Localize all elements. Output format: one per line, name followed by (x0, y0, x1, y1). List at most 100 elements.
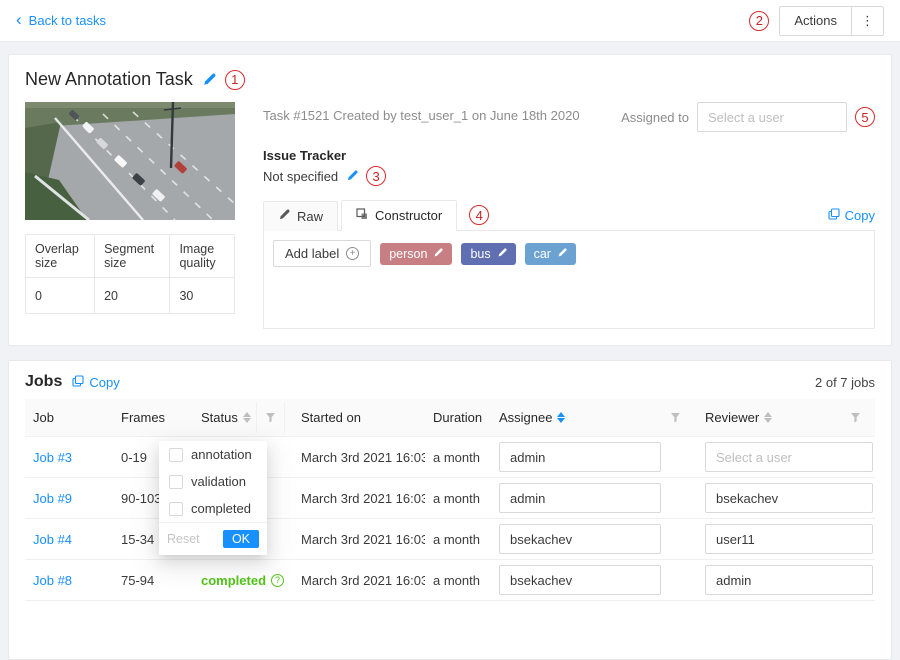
edit-label-car-icon[interactable] (557, 247, 567, 261)
actions-button[interactable]: Actions (780, 7, 851, 35)
filter-option-validation[interactable]: validation (159, 468, 267, 495)
edit-task-name-icon[interactable] (202, 73, 216, 87)
col-header-job: Job (25, 410, 113, 425)
labels-tab-bar: Raw Constructor 4 Copy (263, 200, 875, 231)
job-row-9: Job #9 90-103 March 3rd 2021 16:03 a mon… (25, 478, 875, 519)
jobs-table: Job Frames Status Started on Duration As… (25, 399, 875, 601)
tab-constructor[interactable]: Constructor (341, 200, 457, 231)
status-filter-dropdown: annotation validation completed Reset OK (159, 441, 267, 555)
task-assignee-select[interactable] (697, 102, 847, 132)
checkbox-annotation[interactable] (169, 448, 183, 462)
job-4-reviewer-input[interactable] (705, 524, 873, 554)
job-row-3: Job #3 0-19 March 3rd 2021 16:03 a month (25, 437, 875, 478)
job-row-4: Job #4 15-34 March 3rd 2021 16:03 a mont… (25, 519, 875, 560)
param-value-overlap: 0 (26, 278, 95, 314)
edit-label-person-icon[interactable] (433, 247, 443, 261)
checkbox-completed[interactable] (169, 502, 183, 516)
edit-issue-tracker-icon[interactable] (346, 170, 358, 182)
reviewer-sort-icon[interactable] (764, 412, 772, 423)
filter-reset-button[interactable]: Reset (167, 532, 200, 546)
add-label-button[interactable]: Add label + (273, 240, 371, 267)
reviewer-header-label: Reviewer (705, 410, 759, 425)
task-meta: Task #1521 Created by test_user_1 on Jun… (263, 102, 621, 123)
col-header-frames: Frames (113, 410, 193, 425)
job-9-duration: a month (425, 491, 491, 506)
job-9-assignee-input[interactable] (499, 483, 661, 513)
copy-labels-label: Copy (845, 208, 875, 223)
job-3-started: March 3rd 2021 16:03 (293, 450, 425, 465)
col-header-reviewer[interactable]: Reviewer (697, 402, 877, 433)
filter-option-completed[interactable]: completed (159, 495, 267, 522)
back-label: Back to tasks (29, 13, 106, 28)
label-chip-person[interactable]: person (380, 243, 452, 265)
col-header-started: Started on (293, 410, 425, 425)
label-chip-bus[interactable]: bus (461, 243, 515, 265)
more-vertical-icon: ⋮ (861, 13, 874, 28)
param-value-segment: 20 (95, 278, 170, 314)
tab-raw[interactable]: Raw (263, 201, 338, 231)
assignee-sort-icon[interactable] (557, 412, 565, 423)
annotation-circle-3: 3 (366, 166, 386, 186)
col-header-assignee[interactable]: Assignee (491, 402, 697, 433)
job-9-reviewer-input[interactable] (705, 483, 873, 513)
job-8-duration: a month (425, 573, 491, 588)
copy-jobs-link[interactable]: Copy (72, 375, 119, 390)
actions-more-button[interactable]: ⋮ (851, 7, 883, 35)
jobs-card: Jobs Copy 2 of 7 jobs Job Frames Status (8, 360, 892, 660)
status-help-icon[interactable]: ? (271, 574, 284, 587)
constructor-block-icon (356, 208, 368, 223)
reviewer-filter-icon[interactable] (842, 402, 869, 433)
tab-constructor-label: Constructor (375, 208, 442, 223)
label-chip-bus-name: bus (470, 247, 490, 261)
annotation-circle-1: 1 (225, 70, 245, 90)
back-to-tasks-link[interactable]: ‹ Back to tasks (16, 13, 106, 28)
task-preview-image (25, 102, 235, 220)
checkbox-validation[interactable] (169, 475, 183, 489)
copy-jobs-label: Copy (89, 375, 119, 390)
edit-label-bus-icon[interactable] (497, 247, 507, 261)
job-3-link[interactable]: Job #3 (33, 450, 72, 465)
label-chip-car-name: car (534, 247, 551, 261)
assignee-header-label: Assignee (499, 410, 552, 425)
copy-labels-link[interactable]: Copy (828, 208, 875, 223)
annotation-circle-4: 4 (469, 205, 489, 225)
job-3-reviewer-input[interactable] (705, 442, 873, 472)
job-8-assignee-input[interactable] (499, 565, 661, 595)
filter-option-validation-label: validation (191, 474, 246, 489)
actions-button-group: Actions ⋮ (779, 6, 884, 36)
label-constructor-panel: Add label + person bus (263, 231, 875, 329)
jobs-title: Jobs (25, 373, 62, 391)
label-chip-car[interactable]: car (525, 243, 576, 265)
job-8-link[interactable]: Job #8 (33, 573, 72, 588)
job-8-reviewer-input[interactable] (705, 565, 873, 595)
col-header-status[interactable]: Status (193, 402, 293, 433)
status-sort-icon[interactable] (243, 412, 251, 423)
param-header-segment: Segment size (95, 235, 170, 278)
jobs-count: 2 of 7 jobs (815, 375, 875, 390)
annotation-circle-5: 5 (855, 107, 875, 127)
job-row-8: Job #8 75-94 completed ? March 3rd 2021 … (25, 560, 875, 601)
param-header-overlap: Overlap size (26, 235, 95, 278)
topbar: ‹ Back to tasks 2 Actions ⋮ (0, 0, 900, 42)
raw-pencil-icon (278, 209, 290, 224)
add-label-text: Add label (285, 246, 339, 261)
filter-option-annotation[interactable]: annotation (159, 441, 267, 468)
assignee-filter-icon[interactable] (662, 402, 689, 433)
job-8-frames: 75-94 (113, 573, 193, 588)
param-value-quality: 30 (170, 278, 235, 314)
job-3-duration: a month (425, 450, 491, 465)
col-header-duration: Duration (425, 410, 491, 425)
job-4-link[interactable]: Job #4 (33, 532, 72, 547)
filter-ok-button[interactable]: OK (223, 530, 259, 548)
param-header-quality: Image quality (170, 235, 235, 278)
task-page: ‹ Back to tasks 2 Actions ⋮ New Annotati… (0, 0, 900, 590)
status-filter-icon[interactable] (256, 402, 285, 433)
job-4-assignee-input[interactable] (499, 524, 661, 554)
tab-raw-label: Raw (297, 209, 323, 224)
job-3-assignee-input[interactable] (499, 442, 661, 472)
filter-option-completed-label: completed (191, 501, 251, 516)
task-parameters-table: Overlap size Segment size Image quality … (25, 234, 235, 314)
task-details-card: New Annotation Task 1 (8, 54, 892, 346)
job-9-link[interactable]: Job #9 (33, 491, 72, 506)
job-8-started: March 3rd 2021 16:03 (293, 573, 425, 588)
